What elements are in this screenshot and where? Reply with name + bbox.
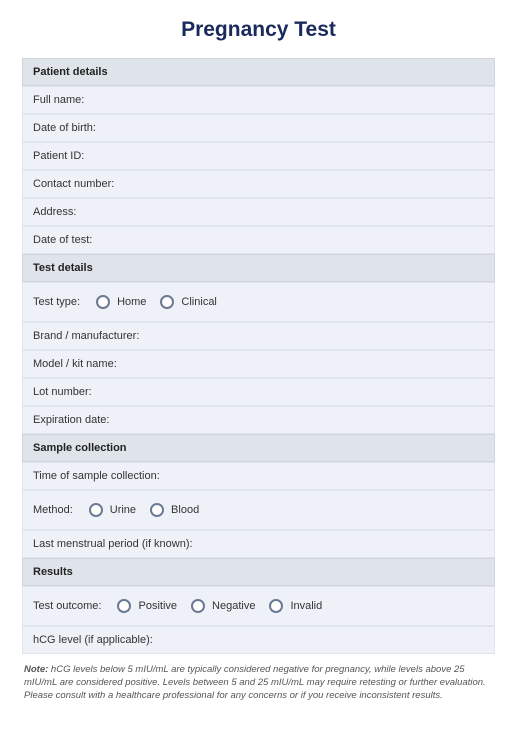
radio-home-label: Home — [117, 296, 146, 308]
radio-icon — [96, 295, 110, 309]
method-label: Method: — [33, 504, 73, 516]
page-title: Pregnancy Test — [22, 18, 495, 42]
radio-positive-label: Positive — [138, 600, 177, 612]
note-block: Note: hCG levels below 5 mIU/mL are typi… — [22, 664, 495, 702]
radio-icon — [191, 599, 205, 613]
field-patient-id[interactable]: Patient ID: — [22, 142, 495, 170]
note-label: Note: — [24, 664, 48, 675]
field-full-name[interactable]: Full name: — [22, 86, 495, 114]
outcome-label: Test outcome: — [33, 600, 101, 612]
field-model[interactable]: Model / kit name: — [22, 350, 495, 378]
field-lot[interactable]: Lot number: — [22, 378, 495, 406]
radio-positive-group[interactable]: Positive — [117, 599, 177, 613]
radio-clinical-label: Clinical — [181, 296, 216, 308]
radio-icon — [269, 599, 283, 613]
field-address[interactable]: Address: — [22, 198, 495, 226]
field-brand[interactable]: Brand / manufacturer: — [22, 322, 495, 350]
note-text: hCG levels below 5 mIU/mL are typically … — [24, 664, 486, 701]
section-header-results: Results — [22, 558, 495, 586]
field-expiration[interactable]: Expiration date: — [22, 406, 495, 434]
radio-home-group[interactable]: Home — [96, 295, 146, 309]
radio-blood-group[interactable]: Blood — [150, 503, 199, 517]
radio-invalid-label: Invalid — [290, 600, 322, 612]
field-dob[interactable]: Date of birth: — [22, 114, 495, 142]
radio-urine-label: Urine — [110, 504, 136, 516]
field-test-type: Test type: Home Clinical — [22, 282, 495, 322]
radio-icon — [89, 503, 103, 517]
field-sample-time[interactable]: Time of sample collection: — [22, 462, 495, 490]
field-hcg[interactable]: hCG level (if applicable): — [22, 626, 495, 654]
field-outcome: Test outcome: Positive Negative Invalid — [22, 586, 495, 626]
section-header-sample: Sample collection — [22, 434, 495, 462]
field-method: Method: Urine Blood — [22, 490, 495, 530]
method-options: Urine Blood — [89, 503, 207, 517]
section-header-test: Test details — [22, 254, 495, 282]
test-type-options: Home Clinical — [96, 295, 225, 309]
form-container: Patient details Full name: Date of birth… — [22, 58, 495, 654]
field-contact[interactable]: Contact number: — [22, 170, 495, 198]
radio-icon — [160, 295, 174, 309]
radio-urine-group[interactable]: Urine — [89, 503, 136, 517]
radio-clinical-group[interactable]: Clinical — [160, 295, 216, 309]
field-date-of-test[interactable]: Date of test: — [22, 226, 495, 254]
radio-icon — [150, 503, 164, 517]
radio-invalid-group[interactable]: Invalid — [269, 599, 322, 613]
outcome-options: Positive Negative Invalid — [117, 599, 330, 613]
test-type-label: Test type: — [33, 296, 80, 308]
radio-negative-group[interactable]: Negative — [191, 599, 255, 613]
section-header-patient: Patient details — [22, 58, 495, 86]
radio-negative-label: Negative — [212, 600, 255, 612]
field-lmp[interactable]: Last menstrual period (if known): — [22, 530, 495, 558]
radio-icon — [117, 599, 131, 613]
radio-blood-label: Blood — [171, 504, 199, 516]
